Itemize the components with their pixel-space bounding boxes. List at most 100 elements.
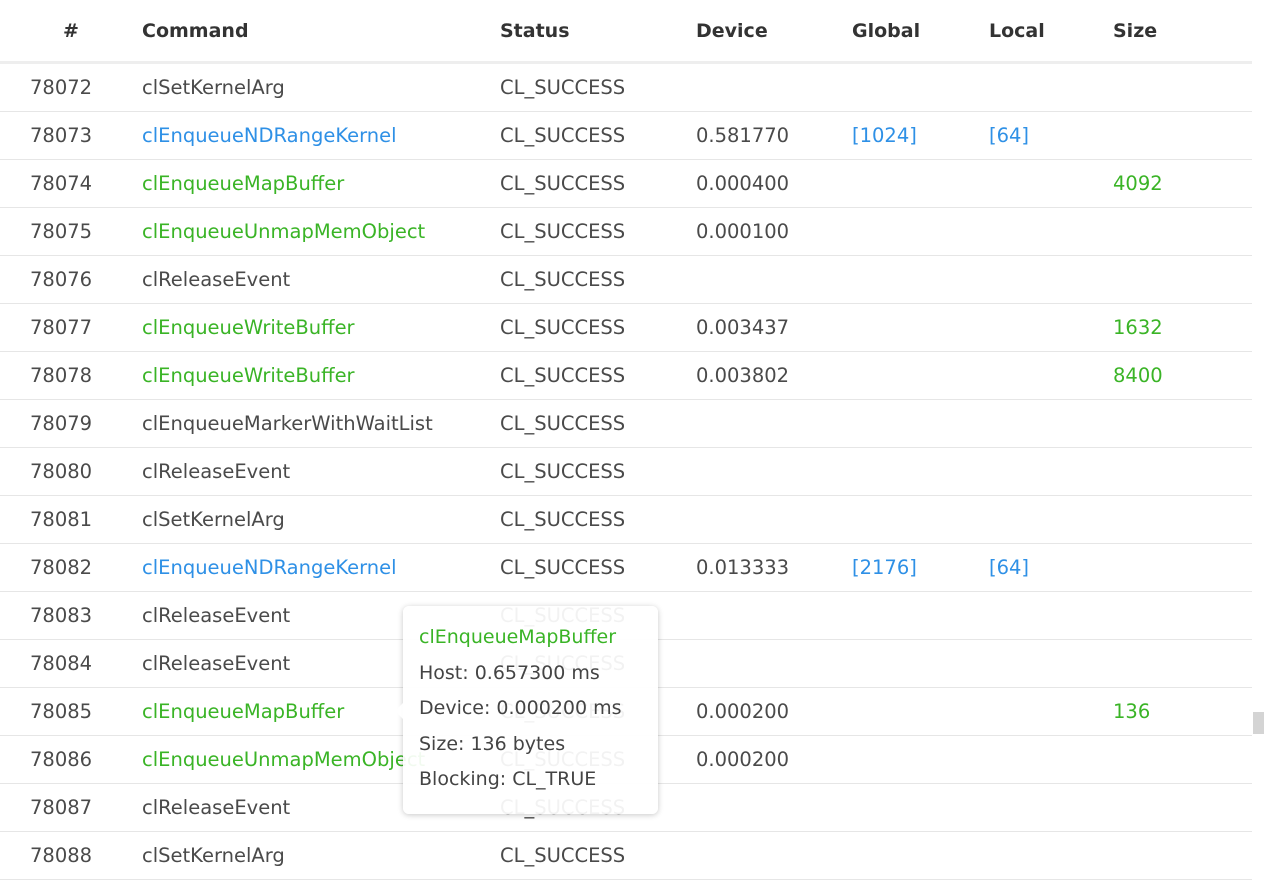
row-id-cell: 78076 — [0, 255, 142, 304]
device-time-cell — [696, 447, 852, 496]
row-id-cell: 78086 — [0, 735, 142, 784]
buffer-size-cell — [1113, 207, 1252, 256]
buffer-size-cell — [1113, 735, 1252, 784]
table-row[interactable]: 78073 clEnqueueNDRangeKernel CL_SUCCESS 0.5… — [0, 111, 1252, 160]
buffer-size-cell — [1113, 543, 1252, 592]
column-header-device[interactable]: Device — [696, 0, 852, 64]
table-row[interactable]: 78088 clSetKernelArg CL_SUCCESS — [0, 831, 1252, 880]
column-header-local[interactable]: Local — [989, 0, 1113, 64]
local-size-cell — [989, 687, 1113, 736]
global-size-cell: [1024] — [852, 111, 989, 160]
device-time-cell: 0.013333 — [696, 543, 852, 592]
buffer-size-cell — [1113, 831, 1252, 880]
global-size-link[interactable]: [2176] — [852, 556, 917, 579]
device-time-cell: 0.000400 — [696, 159, 852, 208]
global-size-cell — [852, 447, 989, 496]
buffer-size-link[interactable]: 8400 — [1113, 364, 1163, 387]
table-row[interactable]: 78077 clEnqueueWriteBuffer CL_SUCCESS 0.003… — [0, 303, 1252, 352]
global-size-link[interactable]: [1024] — [852, 124, 917, 147]
tooltip-blocking: Blocking: CL_TRUE — [419, 768, 597, 790]
command-link[interactable]: clEnqueueUnmapMemObject — [142, 748, 425, 771]
row-id-cell: 78082 — [0, 543, 142, 592]
row-id-cell: 78079 — [0, 399, 142, 448]
command-link[interactable]: clEnqueueWriteBuffer — [142, 364, 355, 387]
device-time-cell — [696, 255, 852, 304]
buffer-size-cell — [1113, 111, 1252, 160]
status-cell: CL_SUCCESS — [500, 495, 696, 544]
status-cell: CL_SUCCESS — [500, 831, 696, 880]
command-cell: clEnqueueWriteBuffer — [142, 303, 500, 352]
global-size-cell — [852, 495, 989, 544]
table-row[interactable]: 78074 clEnqueueMapBuffer CL_SUCCESS 0.00040… — [0, 159, 1252, 208]
tooltip-size: Size: 136 bytes — [419, 732, 566, 755]
row-id-cell: 78080 — [0, 447, 142, 496]
table-row[interactable]: 78079 clEnqueueMarkerWithWaitList CL_SUCCE… — [0, 399, 1252, 448]
global-size-cell — [852, 687, 989, 736]
global-size-cell — [852, 62, 989, 112]
scrollbar-thumb[interactable] — [1253, 712, 1264, 734]
status-cell: CL_SUCCESS — [500, 399, 696, 448]
buffer-size-cell: 136 — [1113, 687, 1252, 736]
command-link[interactable]: clEnqueueMapBuffer — [142, 700, 344, 723]
local-size-cell — [989, 495, 1113, 544]
command-link[interactable]: clEnqueueUnmapMemObject — [142, 220, 425, 243]
buffer-size-cell — [1113, 783, 1252, 832]
local-size-cell — [989, 639, 1113, 688]
table-row[interactable]: 78072 clSetKernelArg CL_SUCCESS — [0, 62, 1252, 112]
buffer-size-link[interactable]: 4092 — [1113, 172, 1163, 195]
column-header-command[interactable]: Command — [142, 0, 500, 64]
row-id-cell: 78078 — [0, 351, 142, 400]
command-link[interactable]: clEnqueueNDRangeKernel — [142, 556, 397, 579]
device-time-cell — [696, 639, 852, 688]
status-cell: CL_SUCCESS — [500, 207, 696, 256]
status-cell: CL_SUCCESS — [500, 543, 696, 592]
row-id-cell: 78084 — [0, 639, 142, 688]
global-size-cell — [852, 639, 989, 688]
row-id-cell: 78077 — [0, 303, 142, 352]
table-row[interactable]: 78081 clSetKernelArg CL_SUCCESS — [0, 495, 1252, 544]
buffer-size-link[interactable]: 136 — [1113, 700, 1150, 723]
buffer-size-cell — [1113, 62, 1252, 112]
global-size-cell — [852, 783, 989, 832]
column-header-id[interactable]: # — [0, 0, 142, 64]
column-header-global[interactable]: Global — [852, 0, 989, 64]
local-size-cell — [989, 591, 1113, 640]
table-row[interactable]: 78082 clEnqueueNDRangeKernel CL_SUCCESS 0.0… — [0, 543, 1252, 592]
local-size-cell — [989, 735, 1113, 784]
tooltip-host-time: Host: 0.657300 ms — [419, 661, 600, 684]
tooltip-device-time: Device: 0.000200 ms — [419, 697, 622, 719]
table-row[interactable]: 78080 clReleaseEvent CL_SUCCESS — [0, 447, 1252, 496]
status-cell: CL_SUCCESS — [500, 303, 696, 352]
global-size-cell — [852, 831, 989, 880]
row-id-cell: 78072 — [0, 62, 142, 112]
table-row[interactable]: 78078 clEnqueueWriteBuffer CL_SUCCESS 0.003… — [0, 351, 1252, 400]
buffer-size-link[interactable]: 1632 — [1113, 316, 1163, 339]
device-time-cell: 0.003802 — [696, 351, 852, 400]
buffer-size-cell: 1632 — [1113, 303, 1252, 352]
global-size-cell — [852, 351, 989, 400]
local-size-link[interactable]: [64] — [989, 556, 1029, 579]
local-size-cell — [989, 255, 1113, 304]
status-cell: CL_SUCCESS — [500, 159, 696, 208]
column-header-status[interactable]: Status — [500, 0, 696, 64]
command-link[interactable]: clEnqueueWriteBuffer — [142, 316, 355, 339]
command-cell: clEnqueueMarkerWithWaitList — [142, 399, 500, 448]
command-cell: clSetKernelArg — [142, 62, 500, 112]
device-time-cell — [696, 831, 852, 880]
table-row[interactable]: 78075 clEnqueueUnmapMemObject CL_SUCCESS 0.… — [0, 207, 1252, 256]
local-size-link[interactable]: [64] — [989, 124, 1029, 147]
device-time-cell — [696, 591, 852, 640]
command-cell: clSetKernelArg — [142, 495, 500, 544]
local-size-cell — [989, 207, 1113, 256]
status-cell: CL_SUCCESS — [500, 111, 696, 160]
table-row[interactable]: 78076 clReleaseEvent CL_SUCCESS — [0, 255, 1252, 304]
command-link[interactable]: clEnqueueNDRangeKernel — [142, 124, 397, 147]
buffer-size-cell: 4092 — [1113, 159, 1252, 208]
command-link[interactable]: clEnqueueMapBuffer — [142, 172, 344, 195]
row-id-cell: 78073 — [0, 111, 142, 160]
device-time-cell — [696, 399, 852, 448]
buffer-size-cell — [1113, 591, 1252, 640]
local-size-cell — [989, 62, 1113, 112]
column-header-size[interactable]: Size — [1113, 0, 1252, 64]
command-cell: clReleaseEvent — [142, 447, 500, 496]
